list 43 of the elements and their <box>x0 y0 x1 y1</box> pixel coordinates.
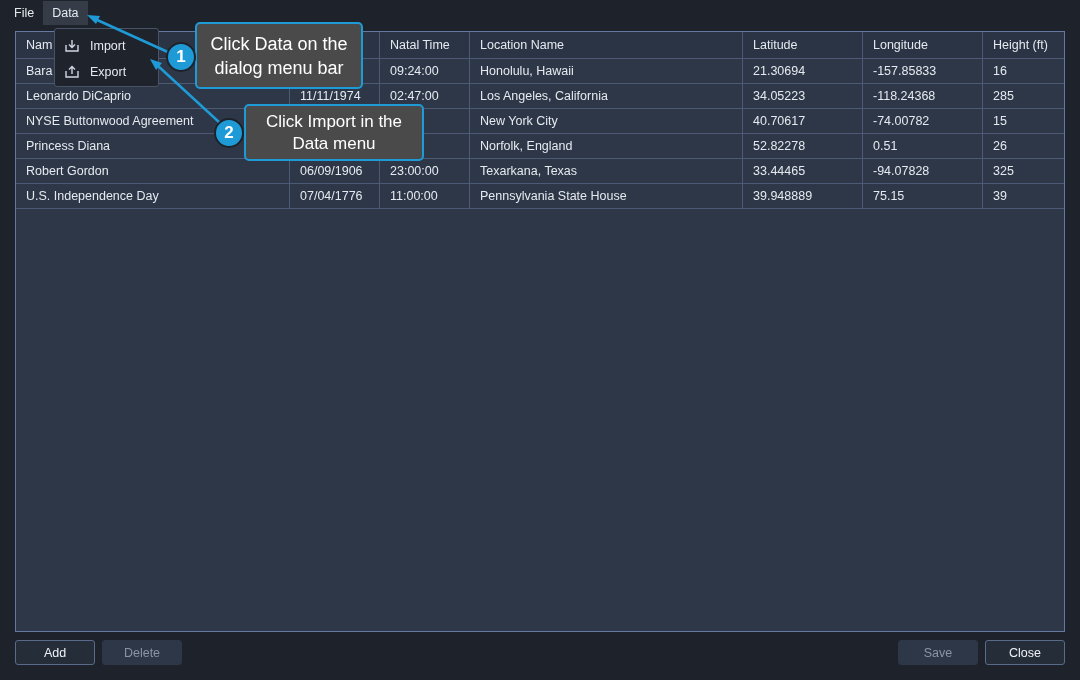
table-cell: 39.948889 <box>743 184 863 208</box>
table-cell: 75.15 <box>863 184 983 208</box>
table-cell-text: 26 <box>992 138 1008 155</box>
column-header[interactable]: Latitude <box>743 32 863 58</box>
column-header[interactable]: Location Name <box>470 32 743 58</box>
table-cell: New York City <box>470 109 743 133</box>
table-cell: 40.70617 <box>743 109 863 133</box>
upload-tray-icon <box>64 64 80 80</box>
table-cell-text: 285 <box>992 88 1015 105</box>
column-header[interactable]: Longitude <box>863 32 983 58</box>
table-cell: Honolulu, Hawaii <box>470 59 743 83</box>
column-header[interactable]: Height (ft) <box>983 32 1064 58</box>
table-cell: -157.85833 <box>863 59 983 83</box>
table-cell: -94.07828 <box>863 159 983 183</box>
table-cell: Norfolk, England <box>470 134 743 158</box>
table-cell: -74.00782 <box>863 109 983 133</box>
table-cell: 33.44465 <box>743 159 863 183</box>
menu-item[interactable]: File <box>5 1 44 25</box>
table-cell: 07/04/1776 <box>290 184 380 208</box>
table-cell: 0.51 <box>863 134 983 158</box>
menu-item[interactable]: Import <box>90 39 126 53</box>
table-cell: 09:24:00 <box>380 59 470 83</box>
step-tooltip: Click Data on the dialog menu bar <box>195 22 363 89</box>
table-cell: 52.82278 <box>743 134 863 158</box>
table-cell-text: 325 <box>992 163 1015 180</box>
add-button[interactable]: Add <box>15 640 95 665</box>
table-cell: Pennsylvania State House <box>470 184 743 208</box>
close-button[interactable]: Close <box>985 640 1065 665</box>
table-cell: 21.30694 <box>743 59 863 83</box>
table-cell-text: 16 <box>992 63 1008 80</box>
menu-item[interactable]: Data <box>43 1 88 25</box>
table-cell-text: 39 <box>992 188 1008 205</box>
table-cell: 11:00:00 <box>380 184 470 208</box>
download-tray-icon <box>64 38 80 54</box>
step-tooltip: Click Import in the Data menu <box>244 104 424 161</box>
menu-item[interactable]: Export <box>90 65 127 79</box>
table-cell: Los Angeles, California <box>470 84 743 108</box>
column-header[interactable]: Natal Time <box>380 32 470 58</box>
table-cell: U.S. Independence Day <box>16 184 290 208</box>
table-cell: -118.24368 <box>863 84 983 108</box>
table-cell: Texarkana, Texas <box>470 159 743 183</box>
table-cell-text: 15 <box>992 113 1008 130</box>
table-cell: 34.05223 <box>743 84 863 108</box>
